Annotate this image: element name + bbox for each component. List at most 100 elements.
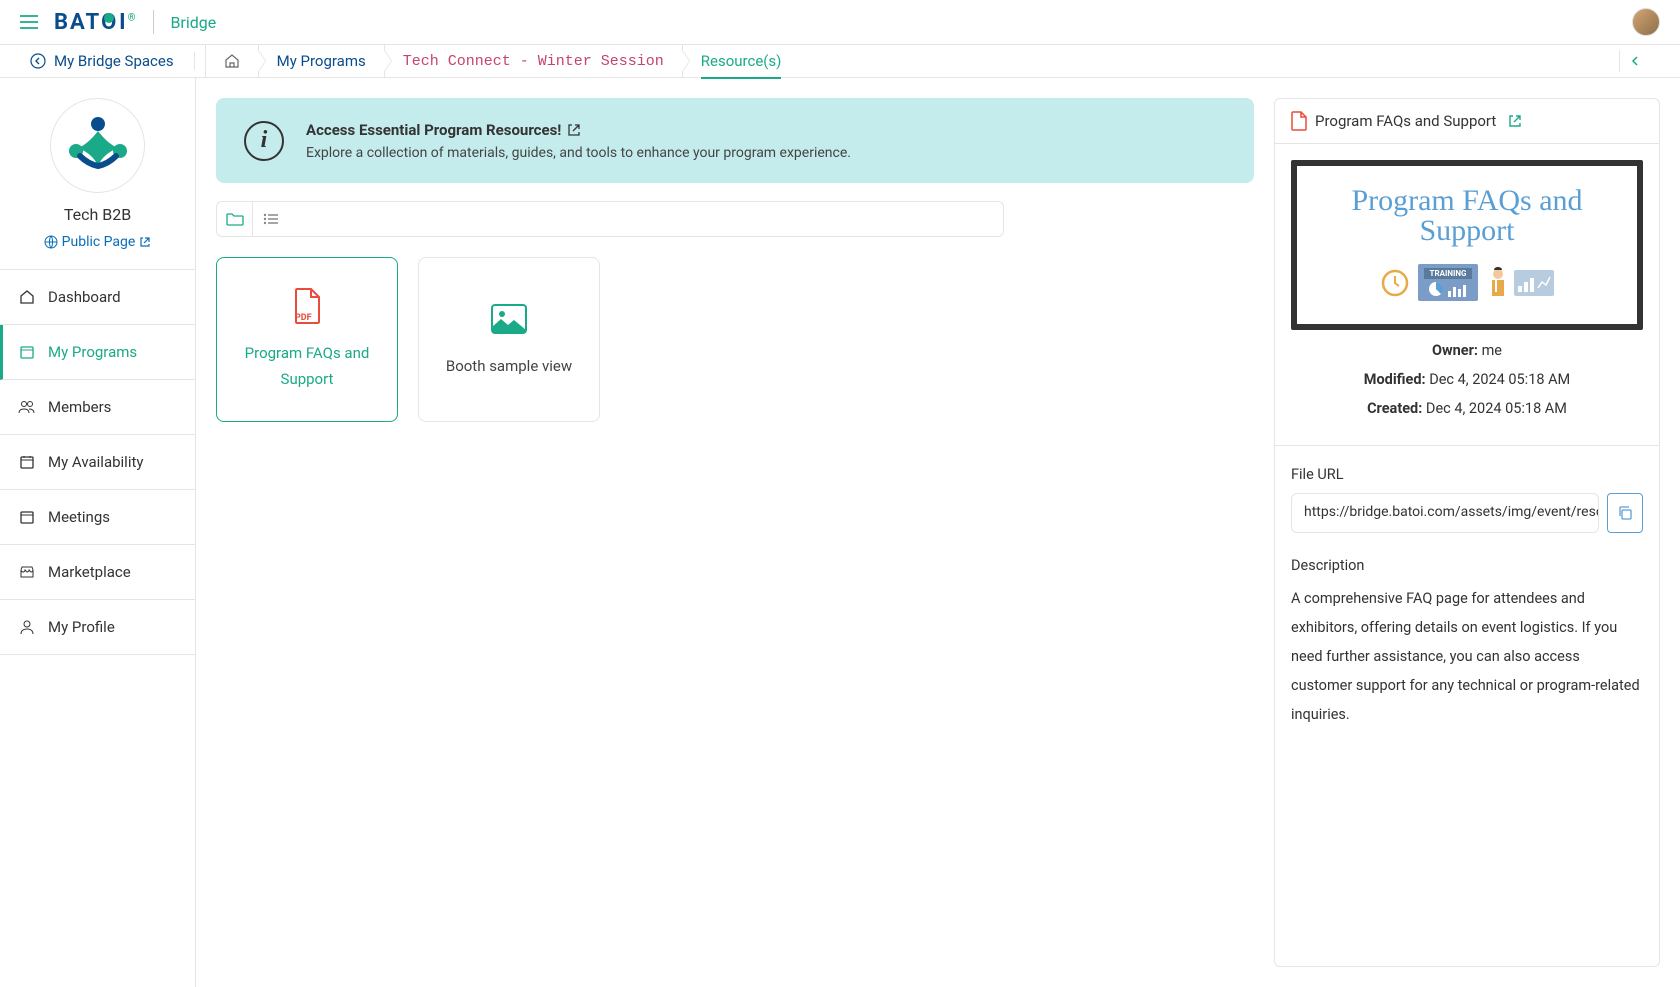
nav-list: Dashboard My Programs Members My Availab… [0,269,195,655]
back-link[interactable]: My Bridge Spaces [30,52,195,70]
detail-panel: Program FAQs and Support Program FAQs an… [1274,98,1660,967]
detail-preview: Program FAQs and Support TRAINING [1275,144,1659,445]
resource-card-image[interactable]: Booth sample view [418,257,600,422]
nav-label: Marketplace [48,563,131,581]
list-view-button[interactable] [253,202,289,236]
nav-label: My Programs [48,343,137,361]
preview-badge: TRAINING [1424,268,1473,279]
nav-marketplace[interactable]: Marketplace [0,545,195,600]
layout: Tech B2B Public Page Dashboard My Progra… [0,78,1680,987]
breadcrumb-session[interactable]: Tech Connect - Winter Session [385,45,683,78]
nav-label: My Availability [48,453,143,471]
top-header-left: BATOI® Bridge [20,10,216,35]
org-name: Tech B2B [0,205,195,224]
preview-graphics: TRAINING [1380,264,1555,301]
pdf-file-icon [1291,111,1307,131]
nav-dashboard[interactable]: Dashboard [0,269,195,325]
breadcrumb-home[interactable] [205,45,259,78]
description-label: Description [1291,557,1643,574]
detail-title: Program FAQs and Support [1315,112,1496,130]
active-crumb-underline [701,77,782,79]
back-link-label: My Bridge Spaces [54,52,174,70]
external-link-icon[interactable] [567,123,581,137]
created-value: Dec 4, 2024 05:18 AM [1426,400,1567,417]
owner-label: Owner: [1432,342,1478,359]
file-url-row: https://bridge.batoi.com/assets/img/even… [1291,493,1643,533]
breadcrumb: My Bridge Spaces My Programs Tech Connec… [30,45,799,78]
logo-accent: I [119,10,127,35]
image-icon [491,300,527,338]
programs-icon [18,343,36,361]
view-toggle [216,201,1004,237]
nav-availability[interactable]: My Availability [0,435,195,490]
user-avatar[interactable] [1632,8,1660,36]
nav-label: Members [48,398,111,416]
breadcrumb-bar: My Bridge Spaces My Programs Tech Connec… [0,45,1680,78]
resource-card-pdf[interactable]: PDF Program FAQs and Support [216,257,398,422]
modified-row: Modified: Dec 4, 2024 05:18 AM [1291,371,1643,388]
grid-view-button[interactable] [217,202,253,236]
copy-icon [1617,505,1633,521]
external-link-icon[interactable] [1508,114,1522,128]
meetings-icon [18,508,36,526]
banner-text: Access Essential Program Resources! Expl… [306,120,851,161]
marketplace-icon [18,563,36,581]
public-page-link[interactable]: Public Page [44,234,152,250]
breadcrumb-resources-label: Resource(s) [701,52,782,70]
hamburger-menu-icon[interactable] [20,15,38,29]
nav-profile[interactable]: My Profile [0,600,195,655]
owner-row: Owner: me [1291,342,1643,359]
logo[interactable]: BATOI® [54,10,137,35]
breadcrumb-programs[interactable]: My Programs [259,45,385,78]
info-icon: i [244,121,284,161]
profile-icon [18,618,36,636]
back-arrow-icon [30,53,46,69]
detail-body: File URL https://bridge.batoi.com/assets… [1275,445,1659,749]
top-header: BATOI® Bridge [0,0,1680,45]
members-icon [18,398,36,416]
pdf-icon: PDF [292,287,322,325]
external-link-icon [139,236,151,248]
file-url-label: File URL [1291,466,1643,483]
nav-meetings[interactable]: Meetings [0,490,195,545]
preview-thumbnail: Program FAQs and Support TRAINING [1291,160,1643,330]
card-title: Program FAQs and Support [217,341,397,392]
owner-value: me [1482,342,1502,359]
created-row: Created: Dec 4, 2024 05:18 AM [1291,400,1643,417]
content: i Access Essential Program Resources! Ex… [196,78,1274,987]
home-icon [224,53,240,69]
banner-title: Access Essential Program Resources! [306,121,561,139]
logo-text: BAT [54,10,101,35]
file-url-input[interactable]: https://bridge.batoi.com/assets/img/even… [1291,493,1599,533]
modified-value: Dec 4, 2024 05:18 AM [1429,371,1570,388]
org-logo [50,98,145,193]
banner-desc: Explore a collection of materials, guide… [306,145,851,161]
calendar-icon [18,453,36,471]
copy-url-button[interactable] [1607,493,1643,533]
list-icon [263,213,279,225]
nav-label: My Profile [48,618,115,636]
nav-label: Meetings [48,508,110,526]
org-section: Tech B2B Public Page [0,78,195,269]
public-page-label: Public Page [62,234,136,250]
svg-text:PDF: PDF [295,313,312,323]
app-name[interactable]: Bridge [170,13,216,32]
sidebar: Tech B2B Public Page Dashboard My Progra… [0,78,196,987]
main: i Access Essential Program Resources! Ex… [196,78,1680,987]
logo-divider [153,10,154,34]
nav-my-programs[interactable]: My Programs [0,325,195,380]
modified-label: Modified: [1364,371,1426,388]
nav-members[interactable]: Members [0,380,195,435]
card-title: Booth sample view [430,354,588,380]
collapse-panel-button[interactable] [1619,50,1650,72]
detail-header: Program FAQs and Support [1275,99,1659,144]
preview-title: Program FAQs and Support [1307,186,1627,246]
dashboard-icon [18,288,36,306]
banner-title-row: Access Essential Program Resources! [306,121,581,139]
breadcrumb-resources[interactable]: Resource(s) [683,45,800,78]
description-text: A comprehensive FAQ page for attendees a… [1291,584,1643,729]
nav-label: Dashboard [48,288,121,306]
info-banner: i Access Essential Program Resources! Ex… [216,98,1254,183]
folder-icon [226,212,244,226]
globe-icon [44,235,58,249]
